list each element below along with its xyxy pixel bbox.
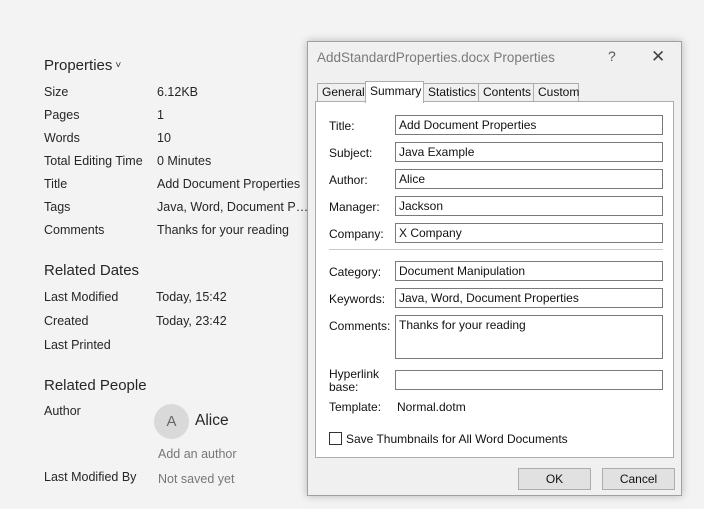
prop-value-title[interactable]: Add Document Properties [157,177,300,191]
prop-value-pages: 1 [157,108,164,122]
help-icon[interactable]: ? [608,48,616,64]
properties-dialog: AddStandardProperties.docx Properties ? … [307,41,682,496]
prop-label-title: Title [44,177,68,191]
author-label: Author [44,404,81,418]
manager-field[interactable]: Jackson [395,196,663,216]
cancel-button[interactable]: Cancel [602,468,675,490]
hyperlink-label-line2: base: [329,380,359,394]
manager-label: Manager: [329,200,380,214]
avatar[interactable]: A [154,404,189,439]
date-label-last-printed: Last Printed [44,338,111,352]
prop-label-size: Size [44,85,69,99]
company-field[interactable]: X Company [395,223,663,243]
subject-field[interactable]: Java Example [395,142,663,162]
subject-label: Subject: [329,146,373,160]
tab-summary[interactable]: Summary [365,81,424,103]
keywords-field[interactable]: Java, Word, Document Properties [395,288,663,308]
prop-value-tags[interactable]: Java, Word, Document Pro... [157,200,309,214]
comments-field[interactable]: Thanks for your reading [395,315,663,359]
template-label: Template: [329,400,382,414]
comments-label: Comments: [329,319,391,333]
chevron-down-icon[interactable]: ˅ [115,60,121,71]
title-field[interactable]: Add Document Properties [395,115,663,135]
tab-general[interactable]: General [317,83,366,101]
prop-value-editing-time: 0 Minutes [157,154,212,168]
prop-label-editing-time: Total Editing Time [44,154,143,168]
date-value-last-modified: Today, 15:42 [156,290,227,304]
save-thumbnails-checkbox[interactable] [329,432,342,445]
document-info-pane: Properties ˅ Size 6.12KB Pages 1 Words 10… [0,0,310,509]
related-people-title: Related People [44,377,147,394]
tab-contents[interactable]: Contents [478,83,534,101]
date-label-created: Created [44,314,89,328]
prop-label-pages: Pages [44,108,80,122]
hyperlink-label-line1: Hyperlink [329,367,380,381]
author-field[interactable]: Alice [395,169,663,189]
related-dates-title: Related Dates [44,262,140,279]
last-modified-by-label: Last Modified By [44,470,137,484]
title-label: Title: [329,119,355,133]
hyperlink-base-label: Hyperlink base: [329,368,379,394]
prop-value-words: 10 [157,131,171,145]
company-label: Company: [329,227,384,241]
properties-header[interactable]: Properties ˅ [44,57,121,74]
date-label-last-modified: Last Modified [44,290,119,304]
category-label: Category: [329,265,382,279]
prop-value-comments[interactable]: Thanks for your reading [157,223,289,237]
add-author-link[interactable]: Add an author [158,447,237,461]
prop-label-comments: Comments [44,223,105,237]
date-value-created: Today, 23:42 [156,314,227,328]
tab-custom[interactable]: Custom [533,83,579,101]
properties-title: Properties [44,57,113,74]
prop-label-tags: Tags [44,200,71,214]
prop-value-size: 6.12KB [157,85,199,99]
keywords-label: Keywords: [329,292,386,306]
hyperlink-base-field[interactable] [395,370,663,390]
summary-panel: Title: Add Document Properties Subject: … [315,101,674,458]
save-thumbnails-label[interactable]: Save Thumbnails for All Word Documents [346,432,568,446]
author-name[interactable]: Alice [195,412,229,430]
close-icon[interactable]: ✕ [651,47,665,67]
prop-label-words: Words [44,131,80,145]
dialog-title: AddStandardProperties.docx Properties [317,50,555,65]
divider [329,249,663,250]
category-field[interactable]: Document Manipulation [395,261,663,281]
tab-statistics[interactable]: Statistics [423,83,479,101]
last-modified-by-value: Not saved yet [158,472,235,486]
template-value: Normal.dotm [397,400,466,414]
ok-button[interactable]: OK [518,468,591,490]
author-field-label: Author: [329,173,368,187]
